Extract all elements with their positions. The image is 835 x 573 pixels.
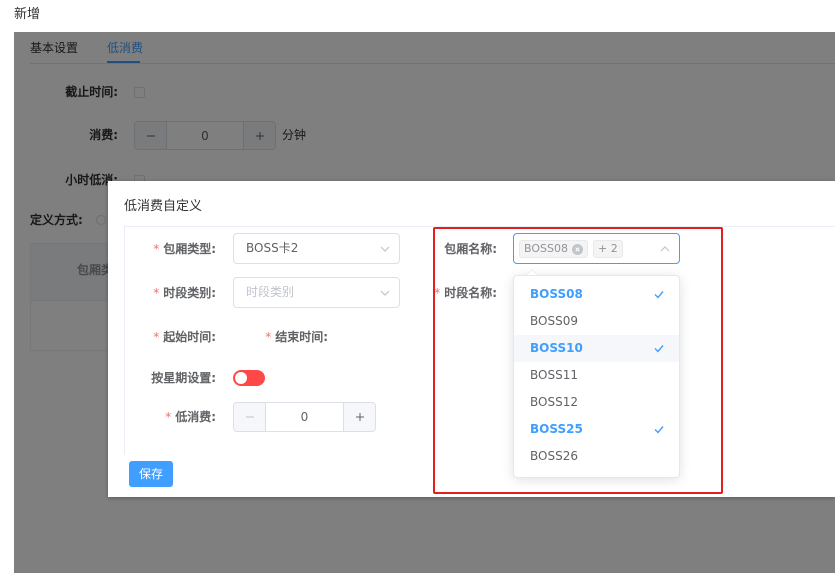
end-time-label-text: 结束时间: [275, 330, 328, 344]
end-time-label: * 结束时间: [248, 330, 328, 344]
save-button[interactable]: 保存 [129, 461, 173, 487]
period-category-placeholder: 时段类别 [246, 285, 295, 299]
room-type-value: BOSS卡2 [246, 241, 299, 255]
page-title: 新增 [14, 7, 41, 22]
minus-icon [245, 416, 254, 418]
plus-icon [355, 413, 364, 421]
chevron-down-icon [380, 290, 390, 296]
required-mark: * [165, 410, 172, 424]
toggle-knob [235, 372, 247, 384]
start-time-label-text: 起始时间: [163, 330, 216, 344]
min-consume-value[interactable]: 0 [266, 403, 343, 431]
room-type-label: * 包厢类型: [128, 242, 216, 256]
room-type-label-text: 包厢类型: [163, 242, 216, 256]
min-consume-stepper: 0 [233, 402, 376, 432]
week-setting-toggle[interactable] [233, 370, 265, 386]
required-mark: * [265, 330, 272, 344]
dialog-title: 低消费自定义 [124, 199, 203, 214]
start-time-label: * 起始时间: [128, 330, 216, 344]
period-category-label: * 时段类别: [128, 286, 216, 300]
min-consume-decrease-button[interactable] [234, 403, 266, 431]
chevron-down-icon [380, 246, 390, 252]
room-type-select[interactable]: BOSS卡2 [233, 233, 400, 264]
required-mark: * [153, 330, 160, 344]
min-consumption-custom-dialog: 低消费自定义 * 包厢类型: BOSS卡2 * 时段类别: 时段类别 * 起始时间: … [108, 181, 835, 497]
required-mark: * [153, 242, 160, 256]
required-mark: * [153, 286, 160, 300]
period-category-label-text: 时段类别: [163, 286, 216, 300]
period-category-select[interactable]: 时段类别 [233, 277, 400, 308]
min-consume-increase-button[interactable] [343, 403, 375, 431]
annotation-highlight-box [433, 227, 723, 494]
week-setting-label: 按星期设置: [151, 371, 216, 385]
min-consume-label: * 低消费: [128, 410, 216, 424]
min-consume-label-text: 低消费: [175, 410, 216, 424]
